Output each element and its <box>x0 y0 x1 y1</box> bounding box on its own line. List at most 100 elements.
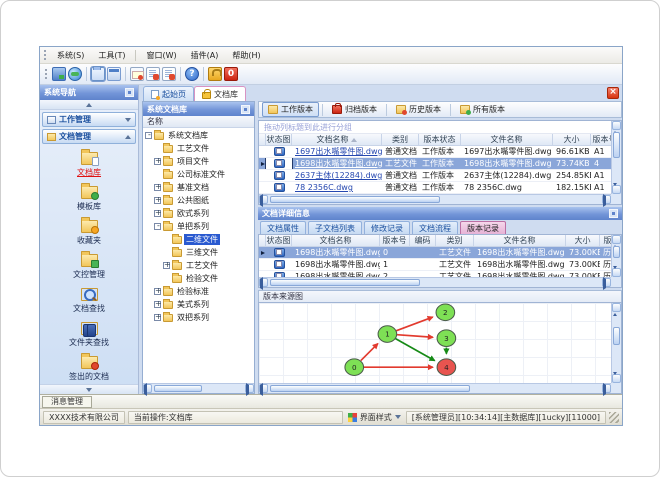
mail-icon[interactable] <box>130 67 144 81</box>
scrollbar-thumb[interactable] <box>270 196 440 203</box>
toolbar-grip[interactable] <box>44 50 46 60</box>
column-header[interactable]: 版本号 <box>591 134 612 145</box>
scroll-left-icon[interactable] <box>259 194 268 207</box>
table-horizontal-scrollbar[interactable] <box>259 194 611 207</box>
tree-toggle-icon[interactable] <box>163 260 170 269</box>
pin-icon[interactable] <box>125 88 134 97</box>
graph-vertical-scrollbar[interactable] <box>611 303 621 384</box>
tree-node[interactable]: 检验标准 <box>143 285 254 298</box>
details-tab[interactable]: 版本记录 <box>460 221 506 234</box>
table-row[interactable]: 1698出水嘴零件图.dwg 工艺文件 工作版本 1698出水嘴零件图.dwg … <box>259 158 611 170</box>
version-filter-button[interactable]: 工作版本 <box>262 102 319 117</box>
sidebar-bottom-strip[interactable] <box>40 384 138 394</box>
scroll-right-icon[interactable] <box>245 383 254 396</box>
tree-node[interactable]: 三维文件 <box>143 246 254 259</box>
tree-toggle-icon[interactable] <box>145 130 152 139</box>
menu-item[interactable]: 帮助(H) <box>225 48 267 63</box>
tree-toggle-icon[interactable] <box>154 195 161 204</box>
tree-node[interactable]: 系统文档库 <box>143 129 254 142</box>
column-header[interactable]: 版本状态 <box>600 235 612 246</box>
tree-node[interactable]: 工艺文件 <box>143 142 254 155</box>
scrollbar-thumb[interactable] <box>613 327 620 345</box>
column-header[interactable]: 状态图 <box>266 134 292 145</box>
document-name-link[interactable]: 1697出水嘴零件图.dwg <box>292 146 382 157</box>
column-header[interactable]: 大小 <box>553 134 591 145</box>
column-header[interactable]: 文档名称 <box>292 235 380 246</box>
sidebar-item[interactable]: 文档查找 <box>40 284 138 318</box>
desktop-icon[interactable] <box>52 67 66 81</box>
table-row[interactable]: 2637主体(12284).dwg 普通文档 工作版本 2637主体(12284… <box>259 170 611 182</box>
column-header[interactable] <box>259 235 266 246</box>
sidebar-item[interactable]: 签出的文档 <box>40 352 138 384</box>
lock-icon[interactable] <box>208 67 222 81</box>
details-tab[interactable]: 修改记录 <box>364 221 410 234</box>
document-tab[interactable]: 文档库 <box>194 86 246 101</box>
tree-toggle-icon[interactable] <box>154 156 161 165</box>
scroll-up-icon[interactable] <box>612 303 621 316</box>
tree-node[interactable]: 检验文件 <box>143 272 254 285</box>
scrollbar-thumb[interactable] <box>613 132 620 158</box>
scroll-up-icon[interactable] <box>612 235 621 248</box>
column-header[interactable]: 文件名称 <box>474 235 566 246</box>
scroll-right-icon[interactable] <box>602 277 611 290</box>
details-tab[interactable]: 子文档列表 <box>308 221 362 234</box>
tree-node[interactable]: 二维文件 <box>143 233 254 246</box>
tree-column-header[interactable]: 名称 <box>143 116 254 128</box>
tree-toggle-icon[interactable] <box>154 208 161 217</box>
interface-style-dropdown[interactable]: 界面样式 <box>346 412 403 423</box>
scroll-left-icon[interactable] <box>259 383 268 396</box>
sidebar-item[interactable]: 模板库 <box>40 182 138 216</box>
table-horizontal-scrollbar[interactable] <box>259 277 611 290</box>
tree-node[interactable]: 美式系列 <box>143 298 254 311</box>
column-header[interactable] <box>259 134 266 145</box>
close-icon[interactable] <box>607 87 619 99</box>
help-icon[interactable] <box>185 67 199 81</box>
version-filter-button[interactable]: 历史版本 <box>390 102 447 117</box>
scroll-right-icon[interactable] <box>602 194 611 207</box>
menu-item[interactable]: 系统(S) <box>50 48 91 63</box>
document-name-link[interactable]: 1698出水嘴零件图.dwg <box>292 158 382 169</box>
sidebar-item[interactable]: 收藏夹 <box>40 216 138 250</box>
page-delete-icon[interactable] <box>162 67 176 81</box>
tree-node[interactable]: 单把系列 <box>143 220 254 233</box>
details-tab[interactable]: 文档属性 <box>260 221 306 234</box>
table-row[interactable]: 78 2356C.dwg 普通文档 工作版本 78 2356C.dwg 182.… <box>259 182 611 194</box>
menu-item[interactable]: 窗口(W) <box>139 48 183 63</box>
tree-node[interactable]: 双把系列 <box>143 311 254 324</box>
scrollbar-thumb[interactable] <box>270 279 420 286</box>
scrollbar-thumb[interactable] <box>613 246 620 258</box>
column-header[interactable]: 状态图 <box>266 235 292 246</box>
column-header[interactable]: 版本状态 <box>419 134 461 145</box>
page-refresh-icon[interactable] <box>146 67 160 81</box>
tree-toggle-icon[interactable] <box>154 182 161 191</box>
scrollbar-thumb[interactable] <box>154 385 202 392</box>
column-header[interactable]: 类别 <box>436 235 474 246</box>
tree-node[interactable]: 项目文件 <box>143 155 254 168</box>
version-filter-button[interactable]: 归档版本 <box>326 102 383 117</box>
tree-node[interactable]: 欧式系列 <box>143 207 254 220</box>
scroll-left-icon[interactable] <box>143 383 152 396</box>
exit-icon[interactable] <box>224 67 238 81</box>
pin-icon[interactable] <box>241 104 250 114</box>
column-header[interactable]: 文件名称 <box>461 134 553 145</box>
tree-toggle-icon[interactable] <box>154 299 161 308</box>
table-vertical-scrollbar[interactable] <box>611 121 621 195</box>
document-name-link[interactable]: 78 2356C.dwg <box>292 182 382 193</box>
sidebar-group-work[interactable]: 工作管理 <box>42 112 136 127</box>
graph-horizontal-scrollbar[interactable] <box>259 383 611 396</box>
sidebar-group-document[interactable]: 文档管理 <box>42 129 136 144</box>
tree-toggle-icon[interactable] <box>154 286 161 295</box>
details-tab[interactable]: 文档流程 <box>412 221 458 234</box>
version-filter-button[interactable]: 所有版本 <box>454 102 511 117</box>
scroll-down-icon[interactable] <box>612 266 621 278</box>
table-row[interactable]: 1697出水嘴零件图.dwg 普通文档 工作版本 1697出水嘴零件图.dwg … <box>259 146 611 158</box>
document-name-link[interactable]: 2637主体(12284).dwg <box>292 170 382 181</box>
tree-node[interactable]: 公司标准文件 <box>143 168 254 181</box>
table-vertical-scrollbar[interactable] <box>611 235 621 278</box>
column-header[interactable]: 大小 <box>566 235 600 246</box>
table-row[interactable]: 1698出水嘴零件图.dwg 0 工艺文件 1698出水嘴零件图.dwg 73.… <box>259 247 611 259</box>
scroll-up-icon[interactable] <box>612 121 621 134</box>
tree-toggle-icon[interactable] <box>154 312 161 321</box>
scroll-right-icon[interactable] <box>602 383 611 396</box>
column-header[interactable]: 版本号 <box>380 235 410 246</box>
